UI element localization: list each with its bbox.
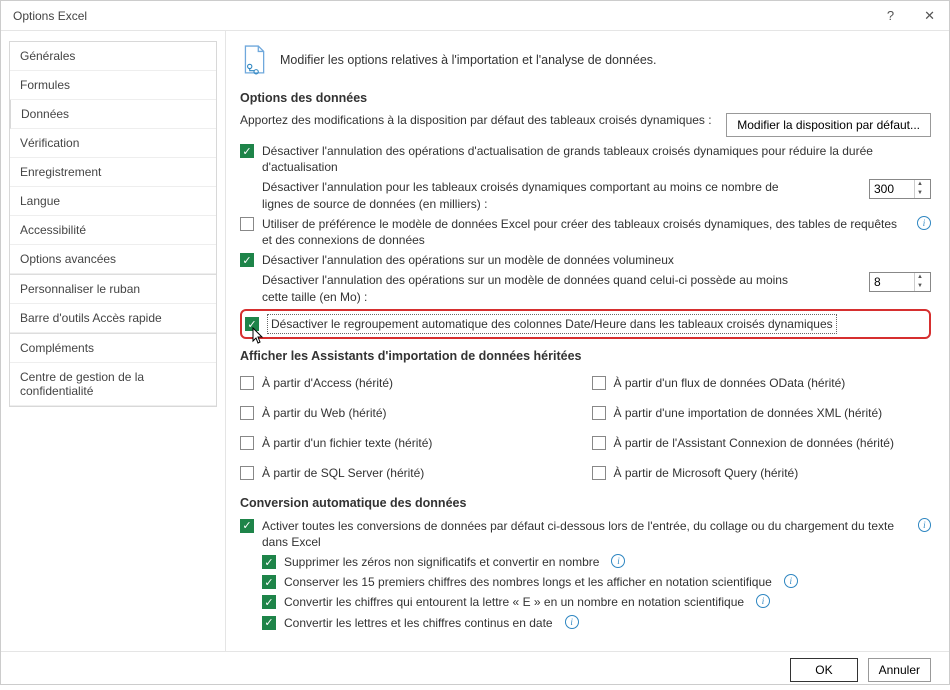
spinner-up-icon[interactable]: ▲ <box>915 180 925 189</box>
sidebar-item-ruban[interactable]: Personnaliser le ruban <box>10 274 216 304</box>
legacy-xml-label: À partir d'une importation de données XM… <box>614 405 883 421</box>
info-icon[interactable]: i <box>784 574 798 588</box>
pivot-intro-text: Apportez des modifications à la disposit… <box>240 113 714 127</box>
main-panel: Modifier les options relatives à l'impor… <box>226 31 949 651</box>
content: Générales Formules Données Vérification … <box>1 31 949 651</box>
cursor-icon <box>252 327 266 345</box>
info-icon[interactable]: i <box>756 594 770 608</box>
legacy-access-label: À partir d'Access (hérité) <box>262 375 393 391</box>
checkbox-legacy-odata[interactable] <box>592 376 606 390</box>
page-header-text: Modifier les options relatives à l'impor… <box>280 53 657 67</box>
section-title-conversion: Conversion automatique des données <box>240 496 931 510</box>
opt-disable-undo-refresh-label: Désactiver l'annulation des opérations d… <box>262 143 931 175</box>
checkbox-disable-undo-refresh[interactable]: ✓ <box>240 144 254 158</box>
checkbox-legacy-msquery[interactable] <box>592 466 606 480</box>
rows-threshold-input[interactable] <box>870 181 914 197</box>
section-title-data: Options des données <box>240 91 931 105</box>
sidebar-item-accessibilite[interactable]: Accessibilité <box>10 216 216 245</box>
sidebar-item-verification[interactable]: Vérification <box>10 129 216 158</box>
sidebar-item-label: Enregistrement <box>20 165 101 179</box>
checkbox-strip-zeros[interactable]: ✓ <box>262 555 276 569</box>
sidebar-item-label: Compléments <box>20 341 94 355</box>
legacy-text-label: À partir d'un fichier texte (hérité) <box>262 435 432 451</box>
sidebar-item-formules[interactable]: Formules <box>10 71 216 100</box>
sidebar-item-generales[interactable]: Générales <box>10 42 216 71</box>
sidebar-item-langue[interactable]: Langue <box>10 187 216 216</box>
help-button[interactable]: ? <box>881 6 900 25</box>
opt-disable-undo-refresh-sub-label: Désactiver l'annulation pour les tableau… <box>262 179 782 211</box>
cancel-button[interactable]: Annuler <box>868 658 931 682</box>
size-threshold-spinner[interactable]: ▲▼ <box>869 272 931 292</box>
checkbox-convert-e[interactable]: ✓ <box>262 595 276 609</box>
legacy-connection-label: À partir de l'Assistant Connexion de don… <box>614 435 894 451</box>
checkbox-legacy-web[interactable] <box>240 406 254 420</box>
sidebar-item-label: Options avancées <box>20 252 116 266</box>
opt-convert-e-label: Convertir les chiffres qui entourent la … <box>284 594 744 610</box>
legacy-sql-label: À partir de SQL Server (hérité) <box>262 465 424 481</box>
checkbox-keep-15-digits[interactable]: ✓ <box>262 575 276 589</box>
legacy-odata-label: À partir d'un flux de données OData (hér… <box>614 375 846 391</box>
sidebar-item-label: Vérification <box>20 136 79 150</box>
section-title-legacy: Afficher les Assistants d'importation de… <box>240 349 931 363</box>
sidebar-item-donnees[interactable]: Données <box>10 100 216 129</box>
sidebar-item-label: Barre d'outils Accès rapide <box>20 311 162 325</box>
page-header: Modifier les options relatives à l'impor… <box>240 45 931 75</box>
size-threshold-input[interactable] <box>870 274 914 290</box>
legacy-web-label: À partir du Web (hérité) <box>262 405 387 421</box>
info-icon[interactable]: i <box>918 518 931 532</box>
info-icon[interactable]: i <box>565 615 579 629</box>
opt-disable-undo-model-sub-label: Désactiver l'annulation des opérations s… <box>262 272 802 304</box>
footer: OK Annuler <box>1 651 949 690</box>
ok-button[interactable]: OK <box>790 658 857 682</box>
highlighted-option: ✓ Désactiver le regroupement automatique… <box>240 309 931 339</box>
sidebar-item-acces-rapide[interactable]: Barre d'outils Accès rapide <box>10 304 216 333</box>
data-page-icon <box>240 45 268 75</box>
spinner-down-icon[interactable]: ▼ <box>915 282 925 291</box>
info-icon[interactable]: i <box>917 216 931 230</box>
sidebar-item-confidentialite[interactable]: Centre de gestion de la confidentialité <box>10 363 216 406</box>
rows-threshold-spinner[interactable]: ▲▼ <box>869 179 931 199</box>
titlebar-buttons: ? ✕ <box>881 6 941 26</box>
modify-layout-button[interactable]: Modifier la disposition par défaut... <box>726 113 931 137</box>
close-button[interactable]: ✕ <box>918 6 941 26</box>
sidebar-item-label: Données <box>21 107 69 121</box>
sidebar-item-label: Langue <box>20 194 60 208</box>
checkbox-legacy-xml[interactable] <box>592 406 606 420</box>
sidebar-item-complements[interactable]: Compléments <box>10 333 216 363</box>
opt-disable-undo-model-label: Désactiver l'annulation des opérations s… <box>262 252 674 268</box>
spinner-up-icon[interactable]: ▲ <box>915 273 925 282</box>
sidebar: Générales Formules Données Vérification … <box>1 31 226 651</box>
checkbox-prefer-data-model[interactable] <box>240 217 254 231</box>
checkbox-disable-undo-model[interactable]: ✓ <box>240 253 254 267</box>
info-icon[interactable]: i <box>611 554 625 568</box>
sidebar-item-label: Générales <box>20 49 75 63</box>
legacy-msquery-label: À partir de Microsoft Query (hérité) <box>614 465 799 481</box>
window-title: Options Excel <box>13 9 87 23</box>
sidebar-item-label: Formules <box>20 78 70 92</box>
checkbox-legacy-connection[interactable] <box>592 436 606 450</box>
sidebar-item-enregistrement[interactable]: Enregistrement <box>10 158 216 187</box>
checkbox-enable-conversions[interactable]: ✓ <box>240 519 254 533</box>
opt-prefer-data-model-label: Utiliser de préférence le modèle de donn… <box>262 216 903 248</box>
checkbox-legacy-sql[interactable] <box>240 466 254 480</box>
titlebar: Options Excel ? ✕ <box>1 1 949 31</box>
spinner-down-icon[interactable]: ▼ <box>915 189 925 198</box>
checkbox-convert-date[interactable]: ✓ <box>262 616 276 630</box>
opt-strip-zeros-label: Supprimer les zéros non significatifs et… <box>284 554 599 570</box>
button-label: Modifier la disposition par défaut... <box>737 118 920 132</box>
sidebar-item-avancees[interactable]: Options avancées <box>10 245 216 274</box>
sidebar-item-label: Centre de gestion de la confidentialité <box>20 370 144 398</box>
sidebar-item-label: Personnaliser le ruban <box>20 282 140 296</box>
sidebar-item-label: Accessibilité <box>20 223 86 237</box>
opt-disable-date-grouping-label: Désactiver le regroupement automatique d… <box>267 314 837 334</box>
opt-keep-15-digits-label: Conserver les 15 premiers chiffres des n… <box>284 574 772 590</box>
checkbox-legacy-text[interactable] <box>240 436 254 450</box>
checkbox-legacy-access[interactable] <box>240 376 254 390</box>
button-label: OK <box>815 663 832 677</box>
opt-enable-conversions-label: Activer toutes les conversions de donnée… <box>262 518 906 550</box>
button-label: Annuler <box>879 663 920 677</box>
opt-convert-date-label: Convertir les lettres et les chiffres co… <box>284 615 553 631</box>
